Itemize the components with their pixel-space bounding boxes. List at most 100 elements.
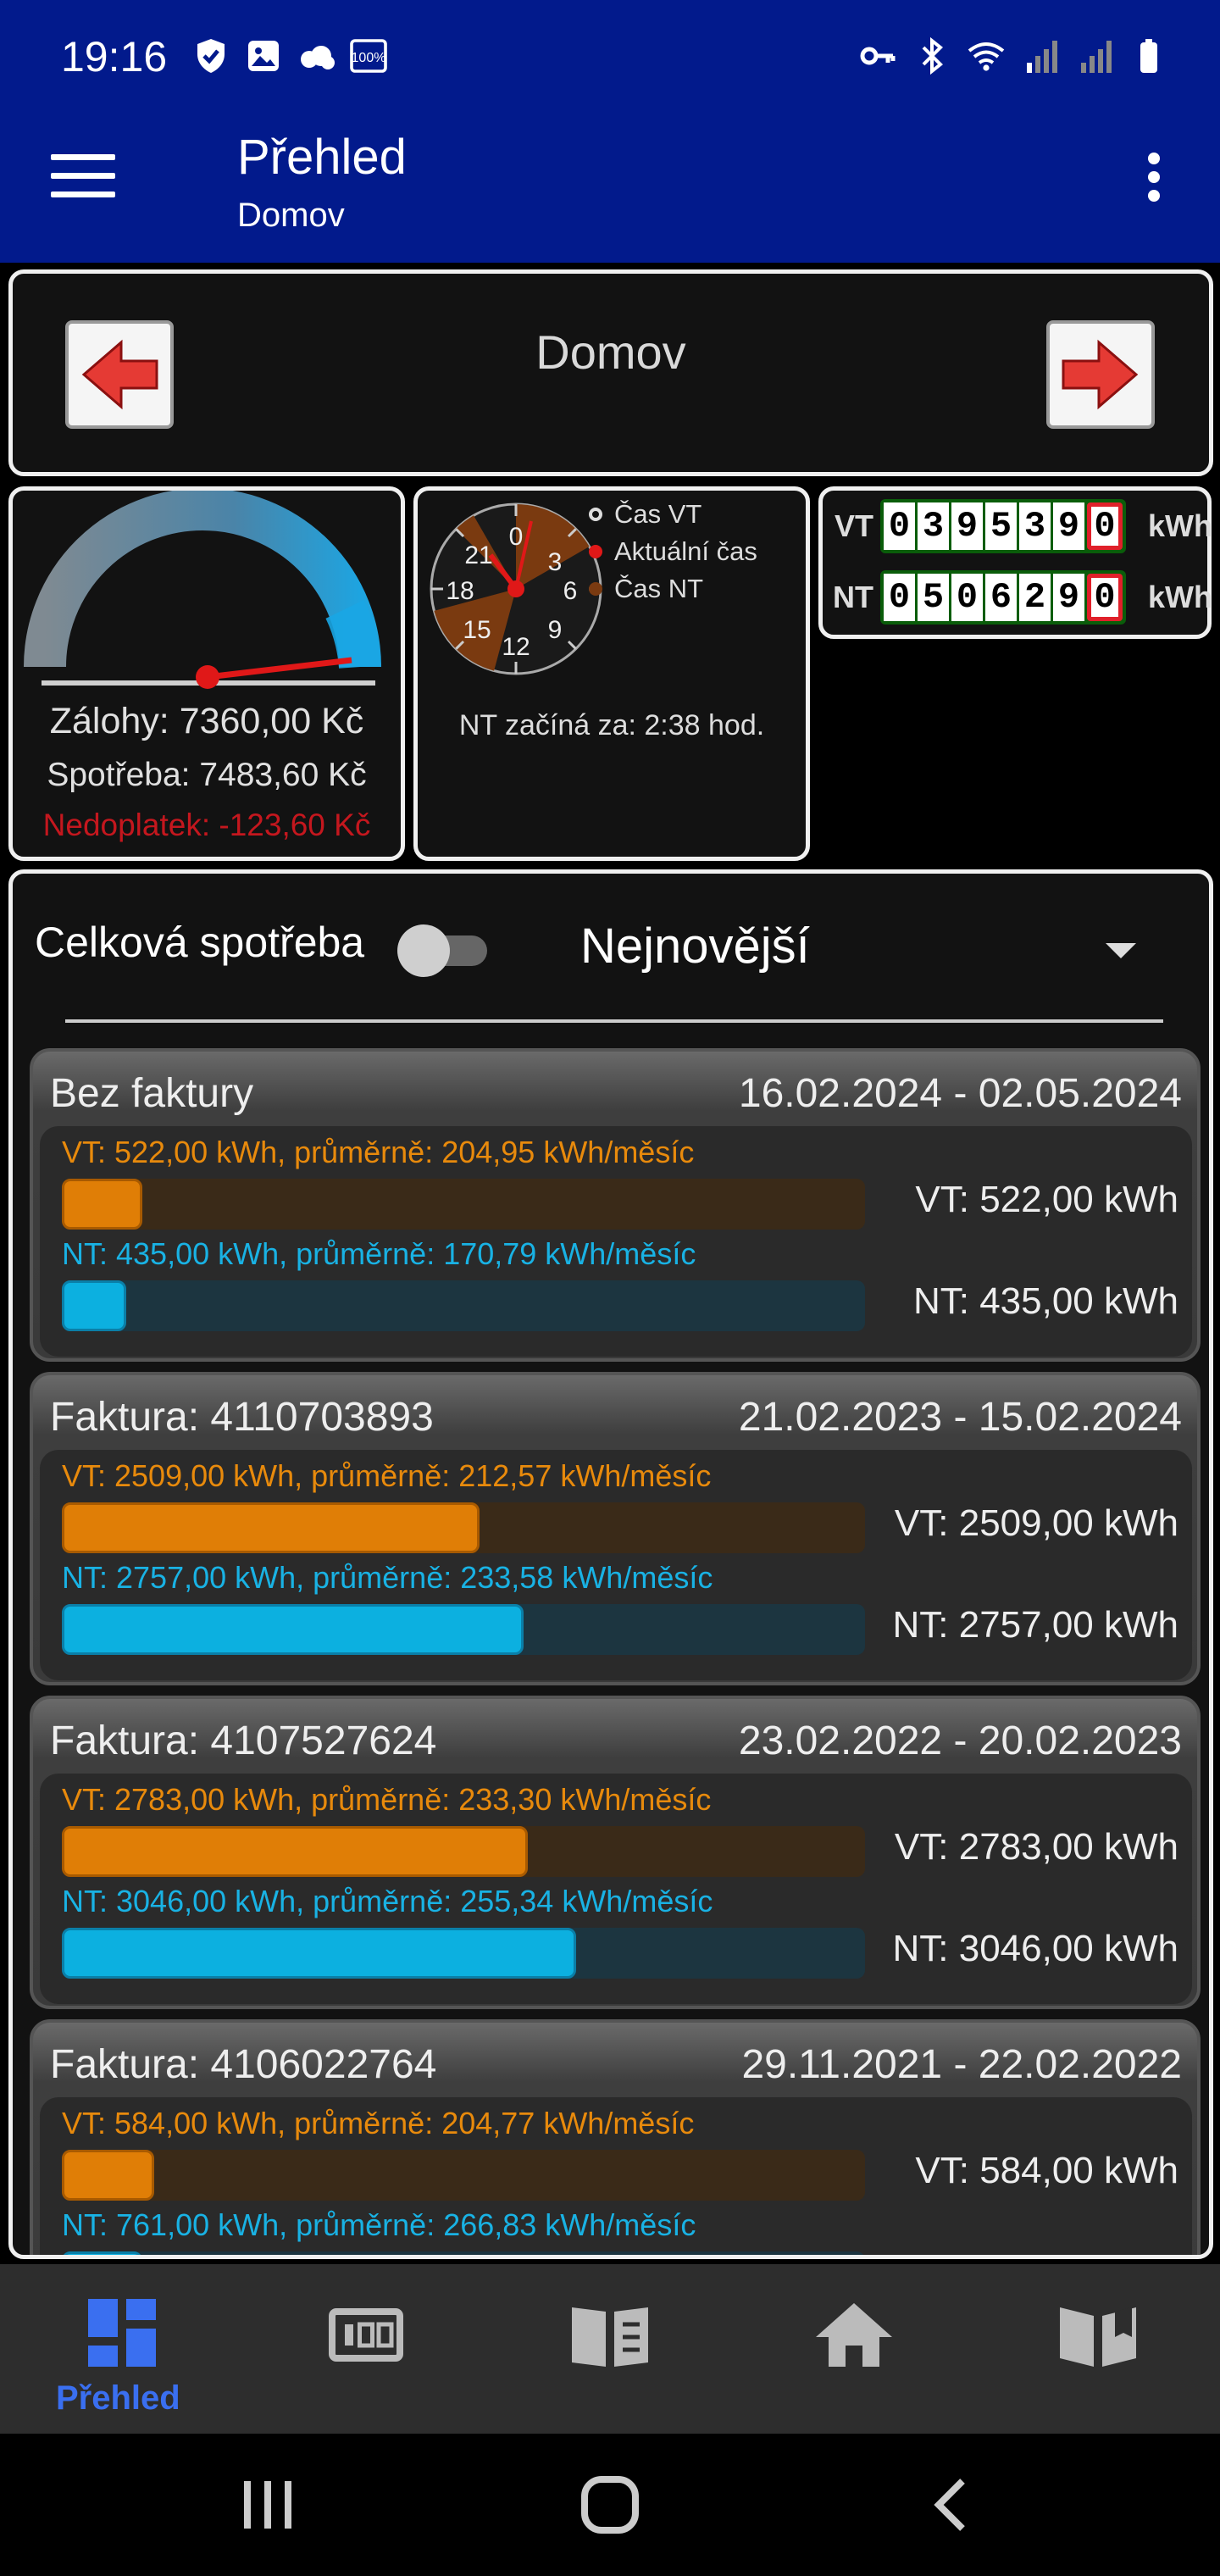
nt-summary: NT: 435,00 kWh, průměrně: 170,79 kWh/měs… bbox=[62, 1236, 696, 1271]
invoice-details: VT: 2509,00 kWh, průměrně: 212,57 kWh/mě… bbox=[40, 1450, 1192, 1680]
invoice-details: VT: 522,00 kWh, průměrně: 204,95 kWh/měs… bbox=[40, 1126, 1192, 1357]
clock-num-0: 0 bbox=[509, 523, 524, 551]
clock-num-18: 18 bbox=[446, 577, 474, 605]
meter-nt-unit: kWh bbox=[1148, 580, 1212, 614]
page-subtitle: Domov bbox=[237, 197, 345, 234]
clock-num-3: 3 bbox=[548, 548, 563, 576]
nt-summary: NT: 761,00 kWh, průměrně: 266,83 kWh/měs… bbox=[62, 2207, 696, 2242]
total-consumption-toggle[interactable] bbox=[396, 924, 494, 977]
menu-icon[interactable] bbox=[51, 154, 115, 200]
digit-decimal: 0 bbox=[1087, 502, 1123, 550]
invoice-dates: 21.02.2023 - 15.02.2024 bbox=[738, 1395, 1182, 1440]
legend-current: Aktuální čas bbox=[589, 536, 757, 567]
next-button[interactable] bbox=[1046, 320, 1155, 429]
app-header: 19:16 100% Přehled Domov bbox=[0, 0, 1220, 263]
meter-nt-label: NT bbox=[833, 580, 873, 614]
chevron-down-icon[interactable] bbox=[1106, 943, 1136, 958]
invoice-dates: 23.02.2022 - 20.02.2023 bbox=[738, 1718, 1182, 1763]
legend-current-label: Aktuální čas bbox=[614, 536, 757, 566]
map-book-icon bbox=[1060, 2307, 1136, 2367]
dashboard-icon bbox=[88, 2299, 156, 2367]
battery-badge-icon: 100% bbox=[350, 39, 387, 73]
more-options-icon[interactable] bbox=[1144, 153, 1164, 207]
nav-home[interactable] bbox=[803, 2295, 905, 2396]
dropdown-underline bbox=[65, 1019, 1163, 1023]
signal-icon-2 bbox=[1081, 41, 1112, 73]
status-bar: 19:16 100% bbox=[0, 0, 1220, 119]
nt-progress-fill bbox=[62, 1604, 524, 1655]
nt-progress-fill bbox=[62, 1280, 126, 1331]
total-consumption-label: Celková spotřeba bbox=[35, 919, 365, 966]
vt-progress-fill bbox=[62, 1502, 480, 1553]
invoice-card[interactable]: Faktura: 4110703893 21.02.2023 - 15.02.20… bbox=[30, 1372, 1201, 1685]
legend-dot-nt bbox=[589, 582, 602, 596]
underpayment: Nedoplatek: -123,60 Kč bbox=[42, 808, 371, 842]
home-button-icon[interactable] bbox=[576, 2471, 644, 2539]
invoice-name: Faktura: 4106022764 bbox=[50, 2042, 437, 2087]
invoice-details: VT: 2783,00 kWh, průměrně: 233,30 kWh/mě… bbox=[40, 1774, 1192, 2004]
invoice-card[interactable]: Bez faktury 16.02.2024 - 02.05.2024 VT: 52… bbox=[30, 1048, 1201, 1362]
vt-summary: VT: 2509,00 kWh, průměrně: 212,57 kWh/mě… bbox=[62, 1458, 712, 1493]
invoice-card[interactable]: Faktura: 4107527624 23.02.2022 - 20.02.20… bbox=[30, 1696, 1201, 2009]
digit: 2 bbox=[1019, 574, 1051, 621]
clock-num-9: 9 bbox=[548, 616, 563, 644]
legend-vt: Čas VT bbox=[589, 499, 702, 530]
vt-value: VT: 522,00 kWh bbox=[915, 1179, 1178, 1220]
invoice-dates: 16.02.2024 - 02.05.2024 bbox=[738, 1071, 1182, 1116]
nt-starts-in: NT začíná za: 2:38 hod. bbox=[458, 709, 765, 741]
digit: 3 bbox=[918, 502, 949, 550]
bottom-navigation: Přehled bbox=[0, 2264, 1220, 2434]
meter-nt-digits: 0 5 0 6 2 9 0 bbox=[880, 570, 1126, 625]
nt-summary: NT: 2757,00 kWh, průměrně: 233,58 kWh/mě… bbox=[62, 1560, 713, 1595]
meter-vt-label: VT bbox=[834, 508, 873, 543]
meter-counter-icon bbox=[329, 2308, 403, 2362]
consumption-list-panel: Celková spotřeba Nejnovější Bez faktury 1… bbox=[8, 869, 1213, 2259]
meter-nt: NT 0 5 0 6 2 9 0 kWh bbox=[823, 570, 1212, 625]
nav-overview-label: Přehled bbox=[56, 2379, 180, 2417]
invoice-dates: 29.11.2021 - 22.02.2022 bbox=[741, 2042, 1182, 2087]
arrow-right-icon bbox=[1062, 339, 1139, 410]
vt-summary: VT: 2783,00 kWh, průměrně: 233,30 kWh/mě… bbox=[62, 1782, 712, 1817]
meter-vt-unit: kWh bbox=[1148, 508, 1212, 543]
digit: 9 bbox=[951, 502, 983, 550]
legend-dot-vt bbox=[589, 508, 602, 521]
wifi-icon bbox=[968, 42, 1005, 71]
cloud-icon bbox=[301, 46, 335, 69]
invoice-name: Faktura: 4107527624 bbox=[50, 1718, 437, 1763]
nav-map[interactable] bbox=[1047, 2295, 1149, 2396]
nav-meter[interactable] bbox=[315, 2295, 417, 2396]
vt-progress-bar bbox=[62, 1826, 865, 1877]
payment-gauge-panel: Zálohy: 7360,00 Kč Spotřeba: 7483,60 Kč … bbox=[8, 486, 405, 861]
clock-num-21: 21 bbox=[464, 541, 492, 569]
nav-readings[interactable] bbox=[559, 2295, 661, 2396]
digit: 0 bbox=[951, 574, 983, 621]
bluetooth-icon bbox=[922, 36, 943, 75]
gallery-icon bbox=[248, 41, 279, 71]
status-time: 19:16 bbox=[61, 33, 168, 80]
meter-vt-digits: 0 3 9 5 3 9 0 bbox=[880, 499, 1126, 553]
tariff-clock: 0 3 6 9 12 15 18 21 bbox=[430, 502, 602, 675]
digit: 9 bbox=[1053, 502, 1084, 550]
nt-value: NT: 435,00 kWh bbox=[912, 1280, 1178, 1322]
digit: 5 bbox=[918, 574, 949, 621]
back-icon[interactable] bbox=[918, 2471, 986, 2539]
vt-progress-fill bbox=[62, 1179, 142, 1230]
nt-progress-bar bbox=[62, 1280, 865, 1331]
meter-vt: VT 0 3 9 5 3 9 0 kWh bbox=[823, 499, 1212, 553]
book-open-icon bbox=[572, 2307, 648, 2367]
nt-value: NT: 3046,00 kWh bbox=[892, 1928, 1179, 1969]
vt-summary: VT: 584,00 kWh, průměrně: 204,77 kWh/měs… bbox=[62, 2106, 695, 2140]
shield-check-icon bbox=[197, 39, 225, 73]
vt-value: VT: 2783,00 kWh bbox=[894, 1826, 1178, 1868]
recent-apps-icon[interactable] bbox=[234, 2471, 302, 2539]
sort-dropdown[interactable]: Nejnovější bbox=[580, 918, 810, 974]
nt-progress-bar bbox=[62, 1928, 865, 1979]
nt-value: NT: 2757,00 kWh bbox=[892, 1604, 1179, 1646]
invoice-card[interactable]: Faktura: 4106022764 29.11.2021 - 22.02.20… bbox=[30, 2019, 1201, 2255]
status-left-icons: 100% bbox=[191, 36, 389, 76]
vt-progress-bar bbox=[62, 1179, 865, 1230]
clock-num-6: 6 bbox=[563, 577, 578, 605]
tariff-clock-panel: 0 3 6 9 12 15 18 21 Čas VT Aktuální čas … bbox=[413, 486, 810, 861]
gauge-needle bbox=[207, 657, 352, 680]
page-title: Přehled bbox=[237, 130, 407, 185]
